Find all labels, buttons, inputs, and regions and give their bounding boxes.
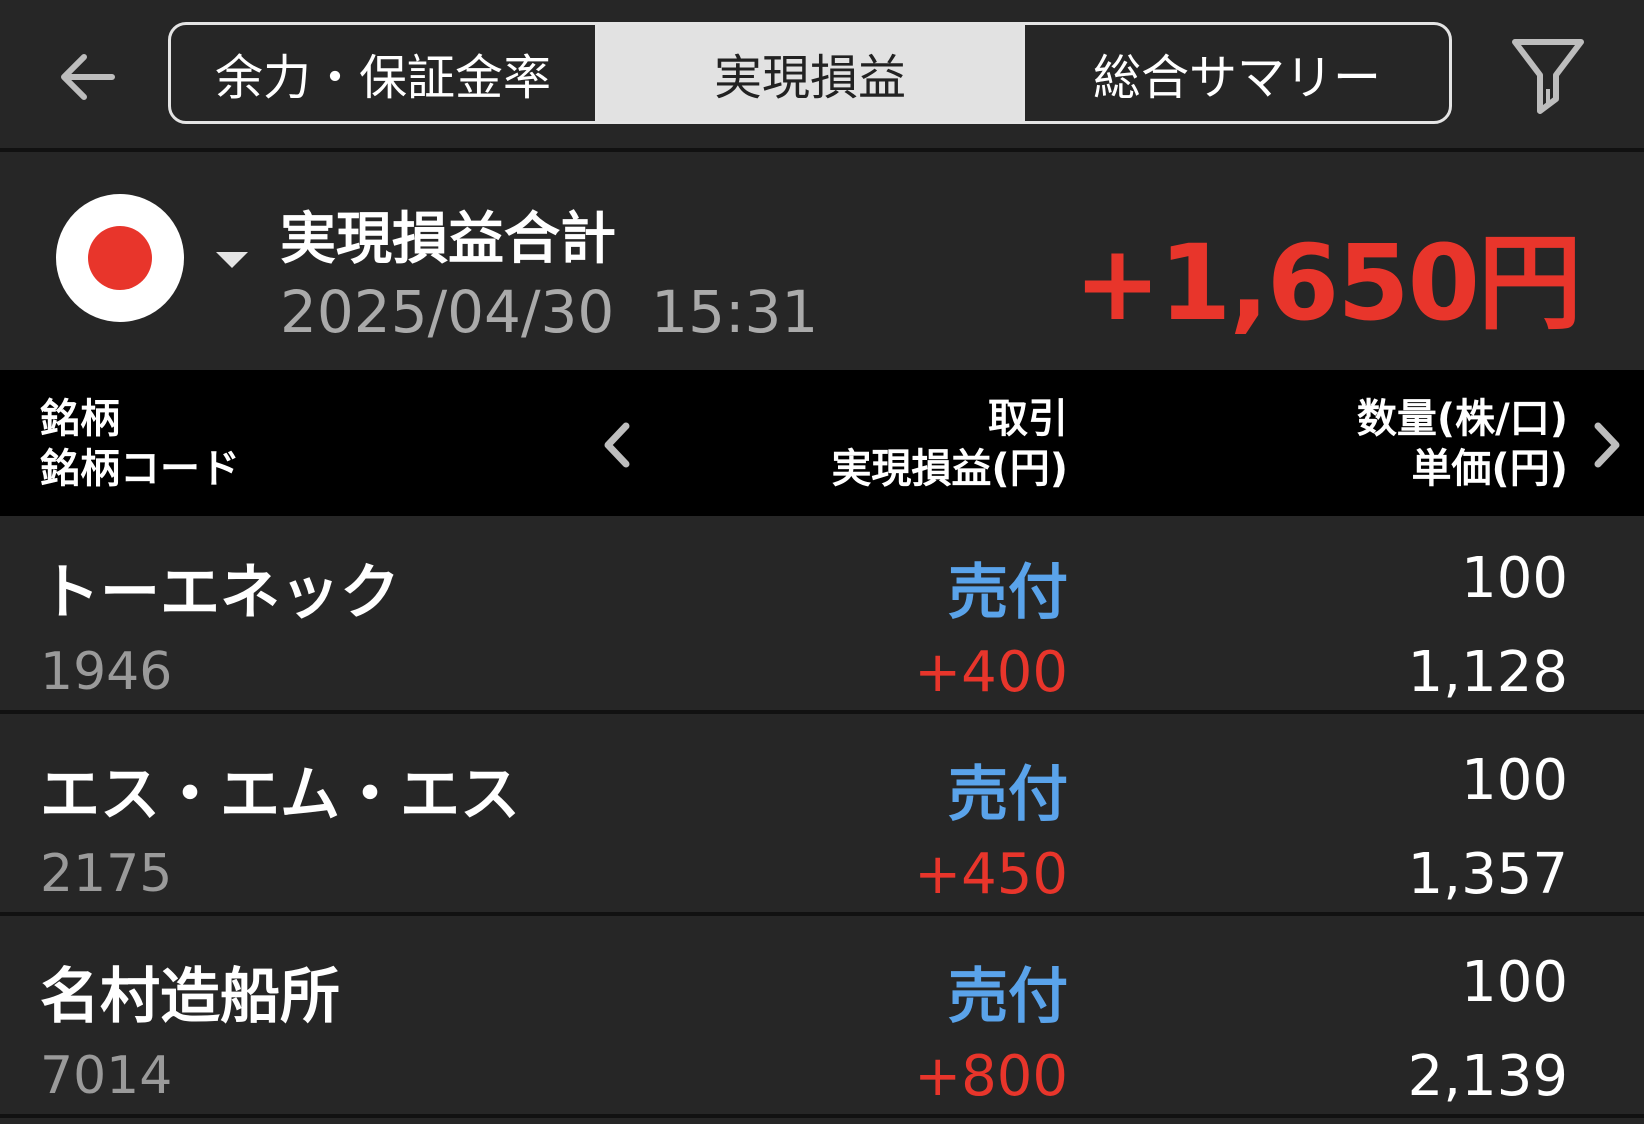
back-arrow-icon xyxy=(61,54,115,100)
stock-name: 名村造船所 xyxy=(40,962,340,1032)
trade-type: 売付 xyxy=(948,760,1068,830)
summary-title: 実現損益合計 xyxy=(280,207,616,272)
tab-realized-pl[interactable]: 実現損益 xyxy=(595,25,1022,121)
header-prev-button[interactable] xyxy=(592,410,642,480)
chevron-right-icon xyxy=(1594,422,1620,468)
japan-flag-icon xyxy=(56,194,184,322)
header-quantity: 数量(株/口) 単価(円) xyxy=(1357,394,1568,494)
header-qty: 数量(株/口) xyxy=(1356,396,1568,442)
header-next-button[interactable] xyxy=(1582,410,1632,480)
filter-button[interactable] xyxy=(1506,34,1590,118)
tab-summary[interactable]: 総合サマリー xyxy=(1022,25,1449,121)
chevron-left-icon xyxy=(604,422,630,468)
quantity: 100 xyxy=(1461,546,1568,611)
flag-sun xyxy=(88,226,152,290)
stock-name: トーエネック xyxy=(40,558,400,628)
table-row[interactable]: エス・エム・エス 2175 売付 +450 100 1,357 xyxy=(0,718,1644,916)
stock-code: 1946 xyxy=(40,642,173,702)
realized-pl: +400 xyxy=(914,640,1068,705)
stock-code: 2175 xyxy=(40,844,173,904)
stock-name: エス・エム・エス xyxy=(40,760,520,830)
stock-code: 7014 xyxy=(40,1046,173,1106)
quantity: 100 xyxy=(1461,950,1568,1015)
top-bar: 余力・保証金率 実現損益 総合サマリー xyxy=(0,0,1644,152)
filter-icon xyxy=(1512,39,1584,114)
segmented-tabs: 余力・保証金率 実現損益 総合サマリー xyxy=(168,22,1452,124)
trade-type: 売付 xyxy=(948,962,1068,1032)
unit-price: 1,128 xyxy=(1407,640,1568,705)
header-trade: 取引 実現損益(円) xyxy=(831,394,1068,494)
tab-margin-rate[interactable]: 余力・保証金率 xyxy=(171,25,595,121)
unit-price: 1,357 xyxy=(1407,842,1568,907)
table-row[interactable]: 名村造船所 7014 売付 +800 100 2,139 xyxy=(0,920,1644,1118)
unit-price: 2,139 xyxy=(1407,1044,1568,1109)
realized-pl: +450 xyxy=(914,842,1068,907)
header-stock-code: 銘柄コード xyxy=(40,446,240,492)
realized-pl: +800 xyxy=(914,1044,1068,1109)
header-trade-type: 取引 xyxy=(988,396,1068,442)
caret-down-icon xyxy=(216,252,248,268)
table-row[interactable]: トーエネック 1946 売付 +400 100 1,128 xyxy=(0,516,1644,714)
table-header: 銘柄 銘柄コード 取引 実現損益(円) 数量(株/口) 単価(円) xyxy=(0,370,1644,516)
summary-total: +1,650円 xyxy=(1073,222,1582,344)
header-unit-price: 単価(円) xyxy=(1411,446,1568,492)
quantity: 100 xyxy=(1461,748,1568,813)
summary-datetime: 2025/04/30 15:31 xyxy=(280,278,819,346)
realized-pl-summary: 実現損益合計 2025/04/30 15:31 +1,650円 xyxy=(0,156,1644,370)
header-realized-pl: 実現損益(円) xyxy=(831,446,1068,492)
back-button[interactable] xyxy=(52,42,122,112)
header-stock: 銘柄 銘柄コード xyxy=(40,394,240,494)
trade-type: 売付 xyxy=(948,558,1068,628)
market-selector[interactable] xyxy=(56,194,266,328)
header-stock-name: 銘柄 xyxy=(40,396,120,442)
